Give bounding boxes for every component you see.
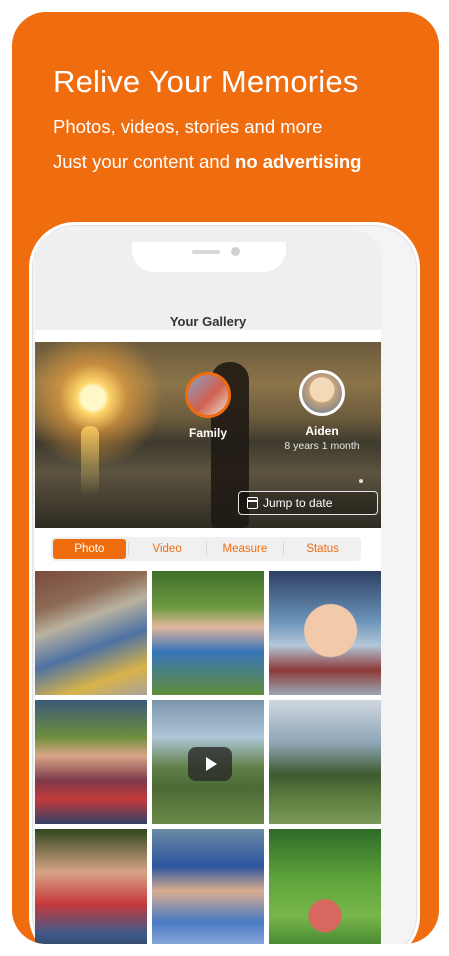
speaker-grille (192, 250, 220, 254)
tab-measure[interactable]: Measure (209, 539, 282, 559)
promo-card: Relive Your Memories Photos, videos, sto… (12, 12, 439, 944)
calendar-icon (247, 497, 258, 509)
promo-subtitle-1: Photos, videos, stories and more (53, 116, 323, 137)
profile-avatar-aiden[interactable] (299, 370, 345, 416)
profile-name-family[interactable]: Family (175, 426, 241, 440)
tab-divider (205, 542, 207, 556)
promo-title: Relive Your Memories (53, 64, 359, 99)
promo-subtitle-2-prefix: Just your content and (53, 151, 236, 172)
hero-banner: Family Aiden 8 years 1 month Jump to dat… (35, 342, 381, 528)
gallery-video-5[interactable] (152, 700, 264, 824)
media-tabs: Photo Video Measure Status (51, 537, 361, 561)
gallery-photo-2[interactable] (152, 571, 264, 695)
gallery-photo-9[interactable] (269, 829, 381, 944)
sun-reflection (81, 426, 99, 496)
play-icon[interactable] (188, 747, 232, 781)
tab-divider (127, 542, 129, 556)
gallery-grid (35, 571, 381, 944)
tab-photo[interactable]: Photo (53, 539, 126, 559)
gallery-photo-3[interactable] (269, 571, 381, 695)
front-camera (231, 247, 240, 256)
tab-status[interactable]: Status (286, 539, 359, 559)
jump-to-date-label: Jump to date (263, 496, 333, 510)
phone-screen: Your Gallery Family Aiden 8 years 1 mont… (35, 230, 381, 944)
profile-age-aiden: 8 years 1 month (284, 440, 360, 452)
tab-divider (283, 542, 285, 556)
promo-subtitle-2-bold: no advertising (235, 151, 362, 172)
decorative-dot (359, 479, 363, 483)
gallery-photo-4[interactable] (35, 700, 147, 824)
profile-avatar-family[interactable] (185, 372, 231, 418)
gallery-photo-1[interactable] (35, 571, 147, 695)
promo-subtitle-2: Just your content and no advertising (53, 151, 361, 173)
tab-video[interactable]: Video (131, 539, 204, 559)
gallery-photo-6[interactable] (269, 700, 381, 824)
profile-name-aiden[interactable]: Aiden (289, 424, 355, 438)
gallery-title: Your Gallery (169, 314, 247, 329)
gallery-photo-7[interactable] (35, 829, 147, 944)
gallery-photo-8[interactable] (152, 829, 264, 944)
jump-to-date-button[interactable]: Jump to date (238, 491, 378, 515)
phone-notch (132, 242, 286, 272)
